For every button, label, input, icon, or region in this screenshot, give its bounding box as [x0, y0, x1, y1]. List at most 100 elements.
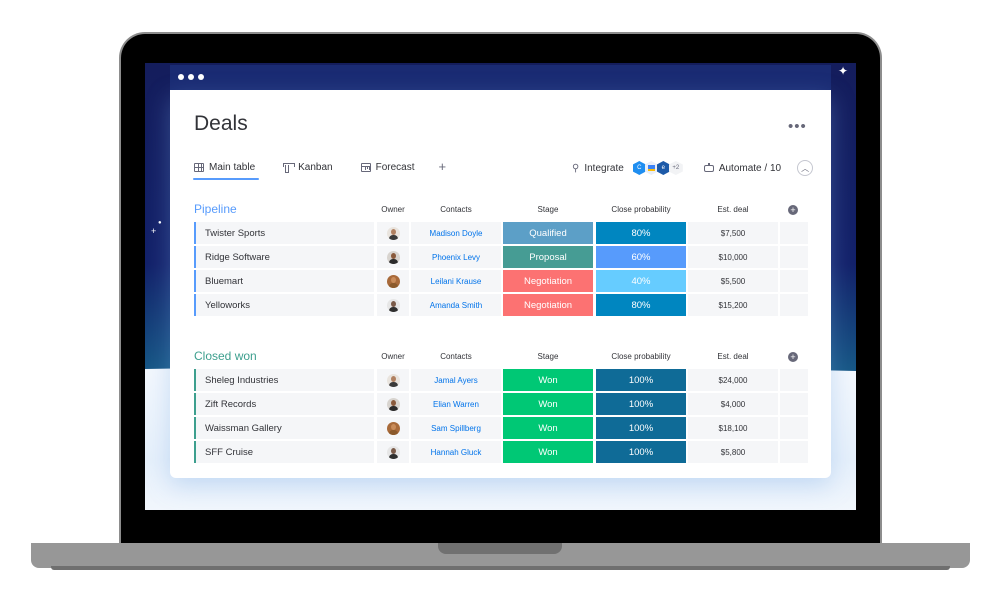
window-title-bar: [170, 65, 831, 91]
close-probability-cell[interactable]: 80%: [596, 294, 686, 316]
owner-cell[interactable]: [377, 441, 409, 463]
app-c-icon: C: [632, 161, 646, 175]
empty-cell: [780, 417, 808, 439]
app-e-icon: e: [656, 161, 670, 175]
tab-main-table[interactable]: Main table: [192, 160, 260, 180]
table-row[interactable]: Waissman Gallery Sam Spillberg Won 100% $18,…: [194, 417, 808, 439]
owner-cell[interactable]: [377, 417, 409, 439]
close-probability-cell[interactable]: 60%: [596, 246, 686, 268]
contact-link[interactable]: Phoenix Levy: [411, 246, 501, 268]
column-header-stage[interactable]: Stage: [503, 205, 593, 214]
window-menu-dots[interactable]: [178, 74, 204, 80]
group-title[interactable]: Pipeline: [194, 202, 237, 216]
avatar: [386, 226, 400, 240]
group-header: Pipeline Owner Contacts Stage Close probabil…: [194, 200, 808, 220]
stage-status-cell[interactable]: Won: [503, 369, 593, 391]
table-row[interactable]: Bluemart Leilani Krause Negotiation 40% $5,5…: [194, 270, 808, 292]
add-view-button[interactable]: +: [439, 160, 447, 179]
contact-link[interactable]: Leilani Krause: [411, 270, 501, 292]
column-header-stage[interactable]: Stage: [503, 352, 593, 361]
close-probability-cell[interactable]: 100%: [596, 393, 686, 415]
tab-label: Kanban: [298, 162, 333, 173]
contact-link[interactable]: Amanda Smith: [411, 294, 501, 316]
empty-cell: [780, 246, 808, 268]
robot-icon: [703, 162, 714, 172]
avatar: [386, 373, 400, 387]
deal-name-cell[interactable]: Waissman Gallery: [194, 417, 374, 439]
close-probability-cell[interactable]: 100%: [596, 369, 686, 391]
laptop-screen: ✦ + ● Deals ••• Main table Kanban Foreca: [145, 63, 856, 510]
board-window: Deals ••• Main table Kanban Forecast + ⚲…: [170, 90, 831, 478]
est-deal-cell[interactable]: $5,800: [688, 441, 778, 463]
column-header-contacts[interactable]: Contacts: [411, 352, 501, 361]
table-row[interactable]: Twister Sports Madison Doyle Qualified 80% $…: [194, 222, 808, 244]
est-deal-cell[interactable]: $5,500: [688, 270, 778, 292]
table-row[interactable]: Sheleg Industries Jamal Ayers Won 100% $24,0…: [194, 369, 808, 391]
owner-cell[interactable]: [377, 222, 409, 244]
close-probability-cell[interactable]: 80%: [596, 222, 686, 244]
contact-link[interactable]: Sam Spillberg: [411, 417, 501, 439]
est-deal-cell[interactable]: $15,200: [688, 294, 778, 316]
tab-kanban[interactable]: Kanban: [283, 160, 333, 179]
owner-cell[interactable]: [377, 393, 409, 415]
page-title: Deals: [194, 112, 248, 135]
column-header-deal[interactable]: Est. deal: [688, 352, 778, 361]
integrate-button[interactable]: ⚲ Integrate C e +2: [572, 161, 683, 175]
avatar: [386, 298, 400, 312]
deal-name-cell[interactable]: Zift Records: [194, 393, 374, 415]
table-row[interactable]: Ridge Software Phoenix Levy Proposal 60% $10…: [194, 246, 808, 268]
est-deal-cell[interactable]: $7,500: [688, 222, 778, 244]
add-column-button[interactable]: +: [788, 205, 798, 215]
deal-name-cell[interactable]: Ridge Software: [194, 246, 374, 268]
contact-link[interactable]: Elian Warren: [411, 393, 501, 415]
close-probability-cell[interactable]: 40%: [596, 270, 686, 292]
empty-cell: [780, 393, 808, 415]
column-header-contacts[interactable]: Contacts: [411, 205, 501, 214]
empty-cell: [780, 270, 808, 292]
stage-status-cell[interactable]: Won: [503, 441, 593, 463]
column-header-probability[interactable]: Close probability: [596, 352, 686, 361]
stage-status-cell[interactable]: Negotiation: [503, 270, 593, 292]
more-options-button[interactable]: •••: [788, 118, 807, 135]
owner-cell[interactable]: [377, 270, 409, 292]
contact-link[interactable]: Hannah Gluck: [411, 441, 501, 463]
tab-forecast[interactable]: Forecast: [360, 160, 415, 179]
stage-status-cell[interactable]: Won: [503, 393, 593, 415]
deal-name-cell[interactable]: Yelloworks: [194, 294, 374, 316]
owner-cell[interactable]: [377, 294, 409, 316]
column-header-probability[interactable]: Close probability: [596, 205, 686, 214]
add-column-button[interactable]: +: [788, 352, 798, 362]
stage-status-cell[interactable]: Proposal: [503, 246, 593, 268]
est-deal-cell[interactable]: $18,100: [688, 417, 778, 439]
column-header-owner[interactable]: Owner: [377, 205, 409, 214]
deal-name-cell[interactable]: Bluemart: [194, 270, 374, 292]
stage-status-cell[interactable]: Qualified: [503, 222, 593, 244]
board-toolbar: ⚲ Integrate C e +2 Automate / 10 ︿: [572, 160, 814, 176]
owner-cell[interactable]: [377, 246, 409, 268]
avatar: [386, 250, 400, 264]
collapse-header-button[interactable]: ︿: [797, 160, 814, 176]
est-deal-cell[interactable]: $24,000: [688, 369, 778, 391]
table-row[interactable]: Yelloworks Amanda Smith Negotiation 80% $15,…: [194, 294, 808, 316]
deal-name-cell[interactable]: SFF Cruise: [194, 441, 374, 463]
column-header-owner[interactable]: Owner: [377, 352, 409, 361]
contact-link[interactable]: Madison Doyle: [411, 222, 501, 244]
stage-status-cell[interactable]: Negotiation: [503, 294, 593, 316]
stage-status-cell[interactable]: Won: [503, 417, 593, 439]
table-row[interactable]: Zift Records Elian Warren Won 100% $4,000: [194, 393, 808, 415]
owner-cell[interactable]: [377, 369, 409, 391]
automate-button[interactable]: Automate / 10: [703, 162, 781, 174]
est-deal-cell[interactable]: $4,000: [688, 393, 778, 415]
deal-name-cell[interactable]: Sheleg Industries: [194, 369, 374, 391]
deal-name-cell[interactable]: Twister Sports: [194, 222, 374, 244]
est-deal-cell[interactable]: $10,000: [688, 246, 778, 268]
column-header-deal[interactable]: Est. deal: [688, 205, 778, 214]
group-title[interactable]: Closed won: [194, 349, 257, 363]
close-probability-cell[interactable]: 100%: [596, 441, 686, 463]
avatar: [386, 397, 400, 411]
table-row[interactable]: SFF Cruise Hannah Gluck Won 100% $5,800: [194, 441, 808, 463]
contact-link[interactable]: Jamal Ayers: [411, 369, 501, 391]
laptop-base-shadow: [51, 566, 950, 570]
close-probability-cell[interactable]: 100%: [596, 417, 686, 439]
sparkle-icon: ✦: [838, 64, 849, 78]
